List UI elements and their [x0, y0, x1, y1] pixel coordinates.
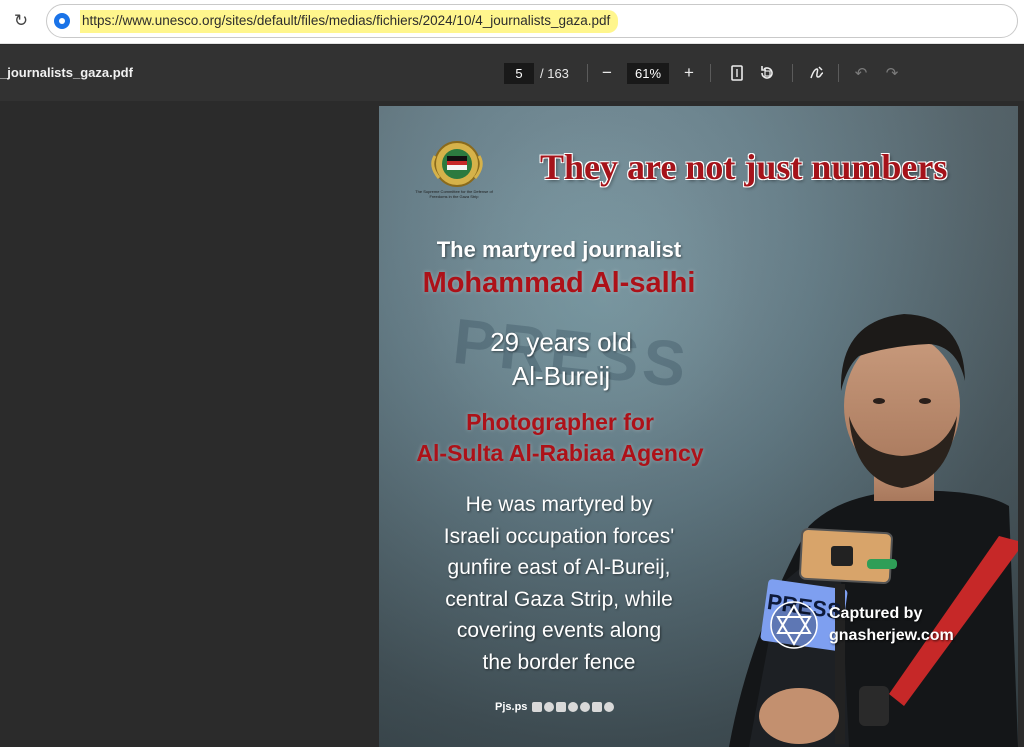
story-text: He was martyred by Israeli occupation fo…: [443, 493, 675, 674]
whatsapp-icon: [580, 702, 591, 712]
committee-emblem-icon: [431, 141, 483, 187]
toolbar-divider: [792, 64, 793, 82]
annotate-icon[interactable]: [805, 61, 829, 85]
pdf-page: PRESS The Supreme Committee for the Defe…: [379, 106, 1018, 747]
journalist-location: Al-Bureij: [511, 361, 611, 391]
job-title-line1: Photographer for: [466, 409, 654, 435]
zoom-level-input[interactable]: 61%: [627, 63, 669, 84]
page-total: / 163: [540, 65, 569, 81]
document-title: _journalists_gaza.pdf: [0, 65, 133, 80]
rotate-icon[interactable]: [755, 61, 779, 85]
zoom-in-button[interactable]: +: [677, 61, 701, 85]
reload-icon[interactable]: ↻: [9, 9, 33, 33]
youtube-icon: [604, 702, 615, 712]
facebook-icon: [532, 702, 543, 712]
job-title-line2: Al-Sulta Al-Rabiaa Agency: [416, 440, 704, 466]
fit-page-icon[interactable]: [725, 61, 749, 85]
telegram-icon: [568, 702, 579, 712]
url-field[interactable]: https://www.unesco.org/sites/default/fil…: [46, 4, 1018, 38]
tiktok-icon: [556, 702, 567, 712]
pdf-toolbar: _journalists_gaza.pdf 5 / 163 − + ↶ ↷: [0, 45, 1024, 101]
toolbar-divider: [710, 64, 711, 82]
footer-brand-text: Pjs.ps: [495, 701, 528, 713]
label-martyred-journalist: The martyred journalist: [436, 237, 682, 262]
watermark: Captured by gnasherjew.com: [769, 600, 954, 650]
star-of-david-icon: [770, 601, 818, 649]
footer-brand: Pjs.ps: [495, 701, 615, 713]
site-info-icon[interactable]: [54, 13, 70, 29]
headline: They are not just numbers: [540, 147, 948, 187]
zoom-out-button[interactable]: −: [595, 61, 619, 85]
url-text[interactable]: https://www.unesco.org/sites/default/fil…: [80, 10, 619, 33]
page-number-input[interactable]: 5: [504, 62, 534, 84]
instagram-icon: [544, 702, 555, 712]
watermark-text: Captured by gnasherjew.com: [829, 603, 954, 647]
email-icon: [592, 702, 603, 712]
redo-icon[interactable]: ↷: [880, 61, 904, 85]
emblem-caption: The Supreme Committee for the Defense of…: [415, 189, 493, 199]
journalist-name: Mohammad Al-salhi: [422, 267, 696, 299]
watermark-line1: Captured by: [829, 605, 923, 622]
page-navigation: 5 / 163: [504, 60, 569, 86]
toolbar-divider: [838, 64, 839, 82]
browser-address-bar: ↻ https://www.unesco.org/sites/default/f…: [0, 0, 1024, 44]
watermark-line2: gnasherjew.com: [829, 627, 954, 644]
journalist-age: 29 years old: [490, 327, 632, 357]
undo-icon[interactable]: ↶: [849, 61, 873, 85]
toolbar-divider: [587, 64, 588, 82]
